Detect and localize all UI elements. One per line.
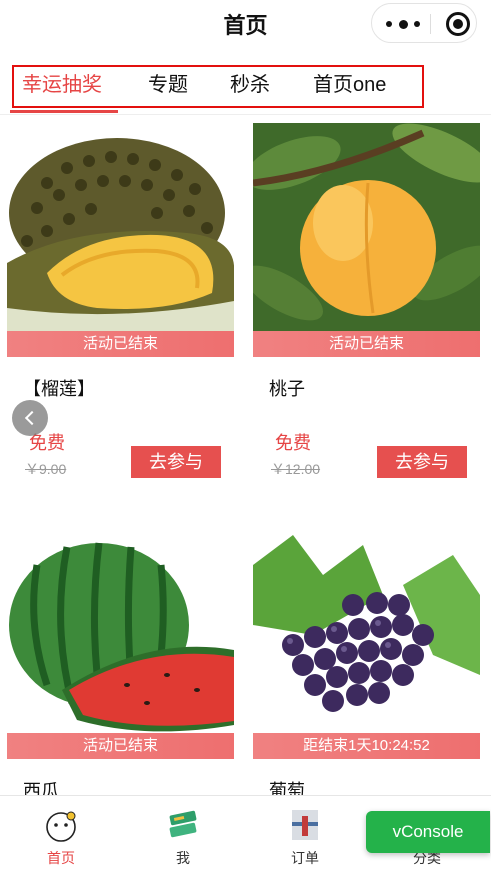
close-target-icon[interactable] [446, 12, 470, 36]
top-tabs: 幸运抽奖 专题 秒杀 首页one [0, 62, 491, 114]
tabbar-item-orders[interactable]: 订单 [244, 796, 366, 870]
status-banner: 活动已结束 [7, 733, 234, 759]
status-banner: 距结束1天10:24:52 [253, 733, 480, 759]
original-price: ￥12.00 [271, 461, 321, 477]
active-tab-indicator [10, 110, 118, 113]
durian-image [7, 123, 234, 331]
user-ticket-icon [166, 808, 200, 842]
tabbar-label: 订单 [291, 850, 319, 866]
watermelon-image [7, 525, 234, 733]
tabbar-label: 我 [176, 850, 190, 866]
original-price: ￥9.00 [25, 461, 67, 477]
tabbar-item-home[interactable]: 首页 [0, 796, 122, 870]
capsule-divider [430, 14, 431, 34]
product-name: 桃子 [269, 379, 305, 399]
tabbar-label: 首页 [47, 850, 75, 866]
tabs-highlight-box [12, 65, 424, 108]
status-banner: 活动已结束 [7, 331, 234, 357]
product-card-durian[interactable]: 活动已结束 【榴莲】 免费 ￥9.00 去参与 [7, 123, 234, 493]
product-price: 免费 [275, 433, 311, 453]
divider [0, 114, 491, 115]
home-mascot-icon [44, 808, 78, 842]
product-name: 【榴莲】 [23, 379, 95, 399]
vconsole-button[interactable]: vConsole [366, 811, 490, 853]
back-arrow-icon[interactable] [12, 400, 48, 436]
grapes-image [253, 525, 480, 733]
more-dots-icon[interactable] [386, 14, 420, 34]
peach-image [253, 123, 480, 331]
join-button[interactable]: 去参与 [377, 446, 467, 478]
mini-program-capsule [371, 3, 477, 43]
tabbar-item-me[interactable]: 我 [122, 796, 244, 870]
order-icon [288, 808, 322, 842]
navigation-bar: 首页 [0, 0, 491, 46]
status-banner: 活动已结束 [253, 331, 480, 357]
join-button[interactable]: 去参与 [131, 446, 221, 478]
product-card-peach[interactable]: 活动已结束 桃子 免费 ￥12.00 去参与 [253, 123, 480, 493]
